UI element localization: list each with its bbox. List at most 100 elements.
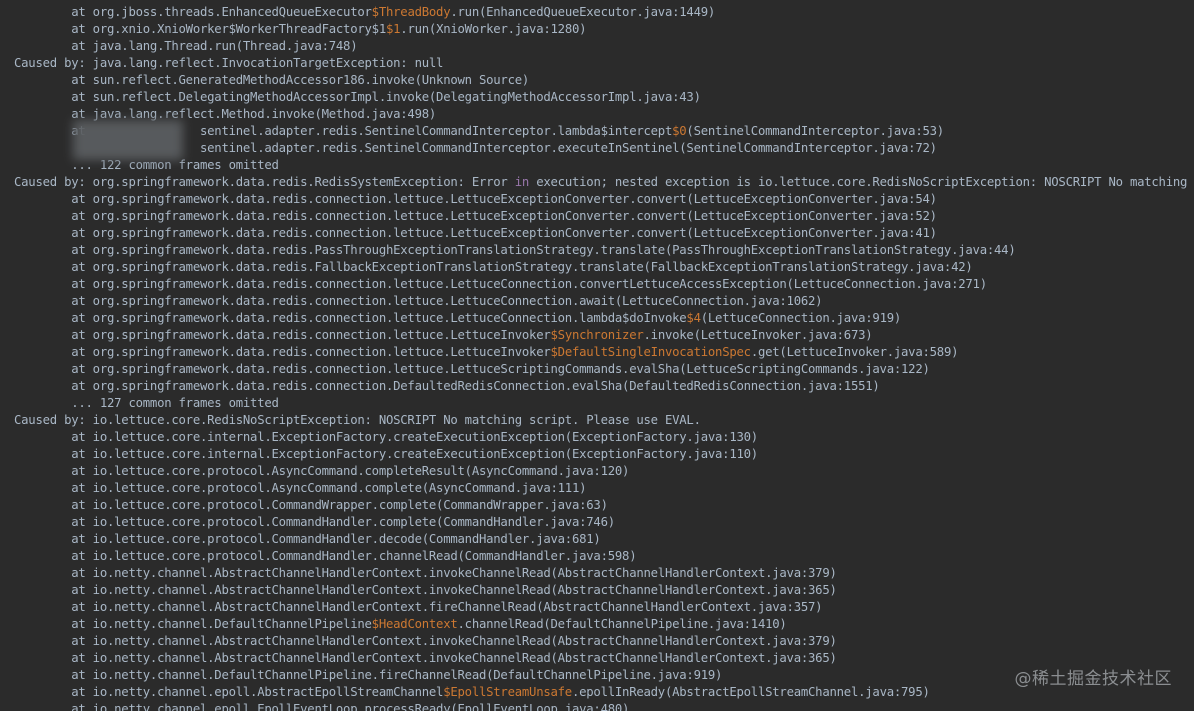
log-line: Caused by: org.springframework.data.redi… bbox=[14, 174, 1194, 191]
log-segment-inner-class: $4 bbox=[686, 311, 701, 325]
log-line: at io.netty.channel.AbstractChannelHandl… bbox=[14, 599, 1194, 616]
log-segment-inner-class: $1 bbox=[385, 22, 401, 36]
log-line: at org.springframework.data.redis.connec… bbox=[14, 310, 1194, 327]
log-segment: at org.springframework.data.redis.connec… bbox=[14, 209, 937, 223]
log-segment: at io.lettuce.core.protocol.CommandWrapp… bbox=[14, 498, 608, 512]
log-line: at io.netty.channel.AbstractChannelHandl… bbox=[14, 582, 1194, 599]
log-segment: .get(LettuceInvoker.java:589) bbox=[750, 345, 959, 359]
log-segment: execution; nested exception is io.lettuc… bbox=[536, 175, 1188, 189]
log-segment-inner-class: $HeadContext bbox=[371, 617, 458, 631]
log-segment: at io.netty.channel.AbstractChannelHandl… bbox=[14, 651, 837, 665]
log-segment: .invoke(LettuceInvoker.java:673) bbox=[643, 328, 873, 342]
log-line: at org.springframework.data.redis.connec… bbox=[14, 344, 1194, 361]
log-segment: at io.lettuce.core.protocol.AsyncCommand… bbox=[14, 481, 587, 495]
log-segment: at org.springframework.data.redis.connec… bbox=[14, 192, 937, 206]
log-segment: Caused by: org.springframework.data.redi… bbox=[14, 175, 515, 189]
log-segment: .run(EnhancedQueueExecutor.java:1449) bbox=[450, 5, 716, 19]
log-line: at io.lettuce.core.protocol.AsyncCommand… bbox=[14, 480, 1194, 497]
log-line: at io.lettuce.core.internal.ExceptionFac… bbox=[14, 429, 1194, 446]
log-segment: at org.xnio.XnioWorker$WorkerThreadFacto… bbox=[14, 22, 386, 36]
log-line: at io.lettuce.core.internal.ExceptionFac… bbox=[14, 446, 1194, 463]
log-segment: at java.lang.reflect.Method.invoke(Metho… bbox=[14, 107, 437, 121]
log-line: at io.lettuce.core.protocol.AsyncCommand… bbox=[14, 463, 1194, 480]
log-line: ... 122 common frames omitted bbox=[14, 157, 1194, 174]
log-line: at org.springframework.data.redis.connec… bbox=[14, 361, 1194, 378]
log-line: at org.jboss.threads.EnhancedQueueExecut… bbox=[14, 4, 1194, 21]
log-line: at org.springframework.data.redis.Fallba… bbox=[14, 259, 1194, 276]
log-line: at io.lettuce.core.protocol.CommandHandl… bbox=[14, 531, 1194, 548]
log-segment-inner-class: $0 bbox=[672, 124, 687, 138]
log-line: at io.netty.channel.AbstractChannelHandl… bbox=[14, 633, 1194, 650]
stack-trace-log: at org.jboss.threads.EnhancedQueueExecut… bbox=[14, 4, 1194, 711]
log-line: at org.xnio.XnioWorker$WorkerThreadFacto… bbox=[14, 21, 1194, 38]
log-line: at io.lettuce.core.protocol.CommandWrapp… bbox=[14, 497, 1194, 514]
log-line: at sun.reflect.GeneratedMethodAccessor18… bbox=[14, 72, 1194, 89]
log-line: Caused by: io.lettuce.core.RedisNoScript… bbox=[14, 412, 1194, 429]
log-line: at org.springframework.data.redis.connec… bbox=[14, 191, 1194, 208]
log-segment: at org.springframework.data.redis.connec… bbox=[14, 311, 687, 325]
log-segment: at io.netty.channel.AbstractChannelHandl… bbox=[14, 583, 837, 597]
log-segment: at org.springframework.data.redis.connec… bbox=[14, 328, 551, 342]
console-output-panel[interactable]: at org.jboss.threads.EnhancedQueueExecut… bbox=[0, 0, 1194, 711]
log-line: at org.springframework.data.redis.connec… bbox=[14, 225, 1194, 242]
log-segment-inner-class: $EpollStreamUnsafe bbox=[443, 685, 572, 699]
redacted-package-blur bbox=[73, 120, 183, 160]
log-segment: at io.lettuce.core.protocol.CommandHandl… bbox=[14, 532, 601, 546]
log-segment: at io.lettuce.core.internal.ExceptionFac… bbox=[14, 430, 758, 444]
log-segment: at io.netty.channel.DefaultChannelPipeli… bbox=[14, 668, 723, 682]
log-segment: at org.springframework.data.redis.Fallba… bbox=[14, 260, 973, 274]
log-segment: at org.springframework.data.redis.connec… bbox=[14, 294, 823, 308]
log-line: at io.lettuce.core.protocol.CommandHandl… bbox=[14, 548, 1194, 565]
log-segment-inner-class: $DefaultSingleInvocationSpec bbox=[550, 345, 752, 359]
log-line: at java.lang.reflect.Method.invoke(Metho… bbox=[14, 106, 1194, 123]
log-segment: (LettuceConnection.java:919) bbox=[700, 311, 902, 325]
log-line: at org.springframework.data.redis.connec… bbox=[14, 208, 1194, 225]
log-line: at org.springframework.data.redis.connec… bbox=[14, 276, 1194, 293]
log-line: ... 127 common frames omitted bbox=[14, 395, 1194, 412]
log-segment: at io.lettuce.core.internal.ExceptionFac… bbox=[14, 447, 758, 461]
log-line: at org.springframework.data.redis.connec… bbox=[14, 293, 1194, 310]
log-segment: at io.netty.channel.AbstractChannelHandl… bbox=[14, 600, 823, 614]
log-segment: at sun.reflect.DelegatingMethodAccessorI… bbox=[14, 90, 701, 104]
log-segment: ... 122 common frames omitted bbox=[14, 158, 279, 172]
log-line: at org.springframework.data.redis.PassTh… bbox=[14, 242, 1194, 259]
log-segment-keyword: in bbox=[514, 175, 530, 189]
log-line: at io.netty.channel.AbstractChannelHandl… bbox=[14, 565, 1194, 582]
log-segment: at org.springframework.data.redis.connec… bbox=[14, 226, 937, 240]
log-line: at io.netty.channel.DefaultChannelPipeli… bbox=[14, 616, 1194, 633]
log-line: at io.netty.channel.epoll.EpollEventLoop… bbox=[14, 701, 1194, 711]
log-segment: at sun.reflect.GeneratedMethodAccessor18… bbox=[14, 73, 530, 87]
log-segment: at org.springframework.data.redis.connec… bbox=[14, 345, 551, 359]
log-line: at sentinel.adapter.redis.SentinelComman… bbox=[14, 123, 1194, 140]
log-segment: .epollInReady(AbstractEpollStreamChannel… bbox=[571, 685, 930, 699]
log-line: sentinel.adapter.redis.SentinelCommandIn… bbox=[14, 140, 1194, 157]
log-segment: at io.netty.channel.AbstractChannelHandl… bbox=[14, 634, 837, 648]
log-segment: at org.springframework.data.redis.connec… bbox=[14, 362, 930, 376]
log-segment-inner-class: $ThreadBody bbox=[371, 5, 451, 19]
log-segment: at java.lang.Thread.run(Thread.java:748) bbox=[14, 39, 358, 53]
log-segment: .channelRead(DefaultChannelPipeline.java… bbox=[457, 617, 787, 631]
log-segment: at org.springframework.data.redis.PassTh… bbox=[14, 243, 1016, 257]
log-segment: at io.netty.channel.epoll.AbstractEpollS… bbox=[14, 685, 444, 699]
log-segment: .run(XnioWorker.java:1280) bbox=[400, 22, 587, 36]
watermark: @稀土掘金技术社区 bbox=[1014, 669, 1172, 689]
log-segment: ... 127 common frames omitted bbox=[14, 396, 279, 410]
log-segment: at io.netty.channel.AbstractChannelHandl… bbox=[14, 566, 837, 580]
log-segment: at org.springframework.data.redis.connec… bbox=[14, 277, 987, 291]
log-segment: Caused by: java.lang.reflect.InvocationT… bbox=[14, 56, 444, 70]
log-segment: at io.netty.channel.epoll.EpollEventLoop… bbox=[14, 702, 630, 711]
log-line: Caused by: java.lang.reflect.InvocationT… bbox=[14, 55, 1194, 72]
log-line: at org.springframework.data.redis.connec… bbox=[14, 378, 1194, 395]
log-segment: at io.netty.channel.DefaultChannelPipeli… bbox=[14, 617, 372, 631]
log-line: at java.lang.Thread.run(Thread.java:748) bbox=[14, 38, 1194, 55]
log-segment: at org.springframework.data.redis.connec… bbox=[14, 379, 880, 393]
log-segment: (SentinelCommandInterceptor.java:53) bbox=[686, 124, 944, 138]
log-line: at sun.reflect.DelegatingMethodAccessorI… bbox=[14, 89, 1194, 106]
log-segment: at io.lettuce.core.protocol.CommandHandl… bbox=[14, 515, 615, 529]
log-segment: Caused by: io.lettuce.core.RedisNoScript… bbox=[14, 413, 701, 427]
log-segment: at io.lettuce.core.protocol.CommandHandl… bbox=[14, 549, 637, 563]
log-segment: at org.jboss.threads.EnhancedQueueExecut… bbox=[14, 5, 372, 19]
log-line: at org.springframework.data.redis.connec… bbox=[14, 327, 1194, 344]
log-line: at io.lettuce.core.protocol.CommandHandl… bbox=[14, 514, 1194, 531]
log-segment-inner-class: $Synchronizer bbox=[550, 328, 644, 342]
